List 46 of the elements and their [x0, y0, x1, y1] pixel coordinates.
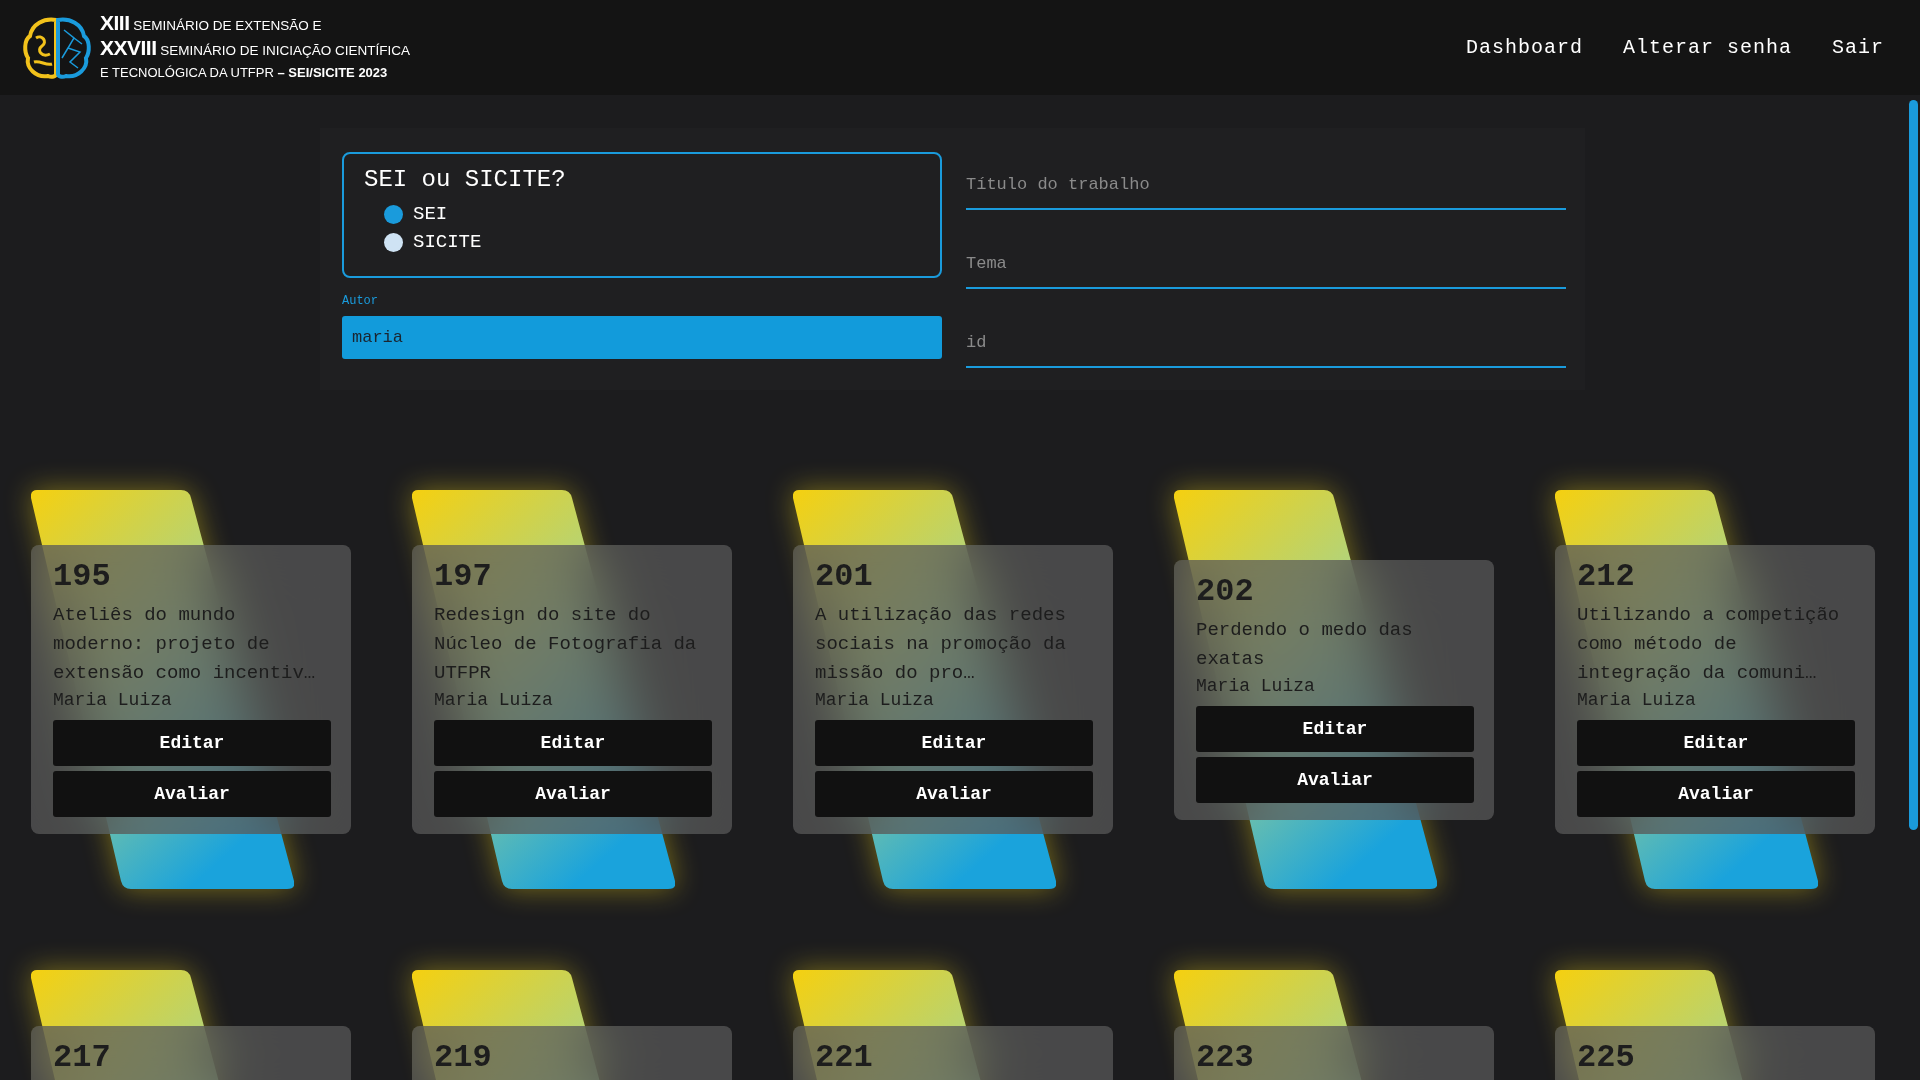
project-title: Perdendo o medo das exatas	[1196, 617, 1414, 672]
action-button[interactable]: Avaliar	[1577, 771, 1855, 817]
project-number: 202	[1196, 571, 1254, 612]
input-field[interactable]: id	[966, 318, 1566, 368]
project-author: Maria Luiza	[1577, 689, 1696, 712]
action-button[interactable]: Avaliar	[1196, 756, 1474, 803]
project-author: Maria Luiza	[1196, 674, 1315, 698]
group-legend: SEI ou SICITE?	[364, 166, 566, 193]
project-author: Maria Luiza	[815, 689, 934, 712]
project-author: Maria Luiza	[434, 689, 553, 712]
field-label: Autor	[342, 294, 378, 308]
project-title: Ateliês do mundo moderno: projeto de extensão como incentiv…	[53, 603, 317, 686]
project-number: 217	[53, 1038, 111, 1078]
project-number: 219	[434, 1038, 492, 1078]
project-number: 212	[1577, 557, 1635, 597]
action-button[interactable]: Editar	[1196, 705, 1474, 752]
action-button[interactable]: Editar	[815, 720, 1093, 766]
project-number: 195	[53, 557, 111, 597]
scrollbar[interactable]	[1909, 100, 1918, 830]
nav-link[interactable]: Alterar senha	[1622, 36, 1792, 59]
radio-button[interactable]	[384, 204, 403, 224]
nav-link[interactable]: Dashboard	[1465, 36, 1583, 59]
radio-label[interactable]: SICITE	[413, 231, 482, 253]
logo-text: XIII SEMINÁRIO DE EXTENSÃO E	[100, 11, 323, 36]
action-button[interactable]: Avaliar	[434, 771, 712, 817]
radio-button[interactable]	[384, 232, 403, 252]
input-field[interactable]: Tema	[966, 239, 1566, 289]
action-button[interactable]: Editar	[53, 720, 331, 766]
project-number: 197	[434, 557, 492, 597]
action-button[interactable]: Editar	[1577, 720, 1855, 766]
project-number: 221	[815, 1038, 873, 1078]
action-button[interactable]: Avaliar	[815, 771, 1093, 817]
project-title: Utilizando a competição como método de integração da comuni…	[1577, 603, 1841, 686]
brain-icon	[22, 15, 92, 80]
radio-label[interactable]: SEI	[413, 203, 448, 225]
project-number: 223	[1196, 1038, 1254, 1078]
input-field[interactable]: maria	[342, 316, 942, 359]
nav-link[interactable]: Sair	[1832, 36, 1884, 59]
project-number: 225	[1577, 1038, 1635, 1078]
project-author: Maria Luiza	[53, 689, 172, 712]
project-number: 201	[815, 557, 873, 597]
action-button[interactable]: Avaliar	[53, 771, 331, 817]
action-button[interactable]: Editar	[434, 720, 712, 766]
input-field[interactable]: Título do trabalho	[966, 160, 1566, 210]
logo-text: XXVIII SEMINÁRIO DE INICIAÇÃO CIENTÍFICA	[100, 36, 411, 61]
logo-text: E TECNOLÓGICA DA UTFPR – SEI/SICITE 2023	[100, 63, 389, 82]
